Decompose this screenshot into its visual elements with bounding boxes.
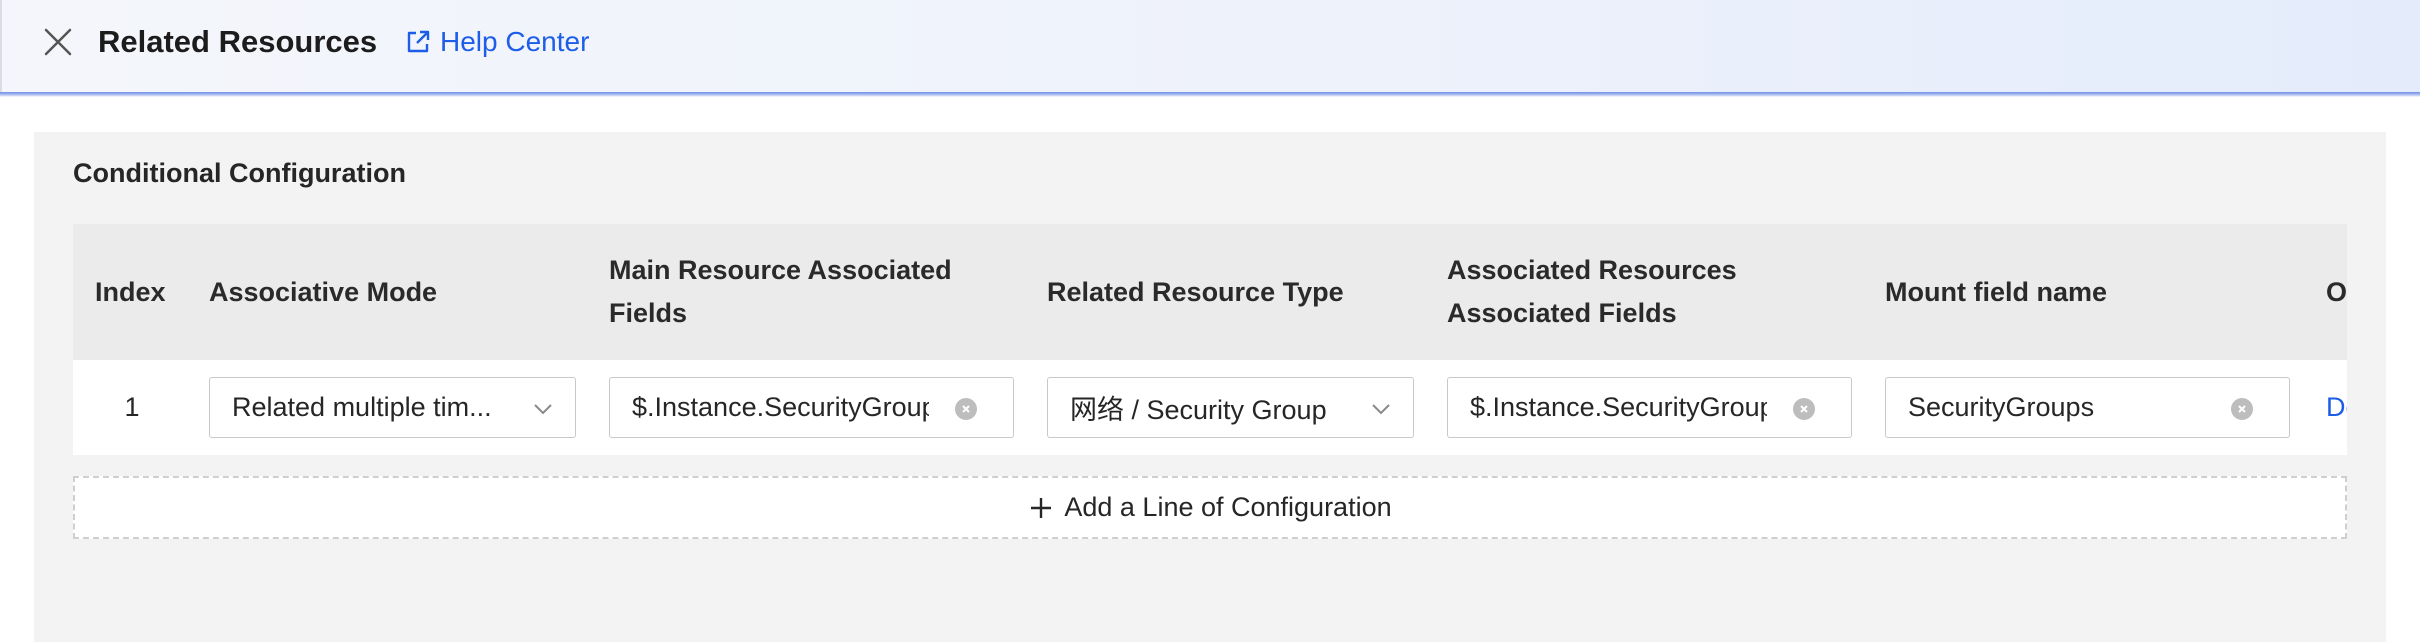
- clear-icon[interactable]: [2231, 398, 2253, 420]
- table-row: 1 Related multiple tim... $.Instance.Sec…: [73, 360, 2347, 455]
- column-header-associative-mode: Associative Mode: [209, 276, 438, 307]
- drawer-header: Related Resources Help Center: [0, 0, 2420, 92]
- external-link-icon: [407, 30, 430, 53]
- close-button[interactable]: [40, 24, 76, 60]
- associative-mode-value: Related multiple tim...: [232, 392, 492, 422]
- main-resource-fields-input[interactable]: $.Instance.SecurityGroupIds: [609, 377, 1014, 438]
- help-center-link[interactable]: Help Center: [404, 22, 589, 62]
- column-header-index: Index: [95, 276, 166, 307]
- add-line-label: Add a Line of Configuration: [1064, 492, 1392, 522]
- clear-icon[interactable]: [955, 398, 977, 420]
- table-header: Index Associative Mode Main Resource Ass…: [73, 224, 2347, 360]
- column-header-associated-fields-line2: Associated Fields: [1447, 298, 1677, 328]
- column-header-main-resource-fields: Main Resource Associated Fields: [609, 224, 989, 360]
- add-line-button[interactable]: Add a Line of Configuration: [73, 476, 2347, 539]
- column-header-related-resource-type: Related Resource Type: [1047, 276, 1344, 307]
- column-header-operation: Operation: [2326, 276, 2347, 307]
- associative-mode-select[interactable]: Related multiple tim...: [209, 377, 576, 438]
- column-header-mount-field-name: Mount field name: [1885, 276, 2107, 307]
- related-resource-type-select[interactable]: 网络 / Security Group: [1047, 377, 1414, 438]
- header-divider: [0, 92, 2420, 97]
- column-header-main-resource-fields-line1: Main Resource Associated: [609, 255, 952, 285]
- main-resource-fields-value: $.Instance.SecurityGroupIds: [632, 392, 929, 422]
- related-resources-drawer: Related Resources Help Center Conditiona…: [0, 0, 2420, 642]
- column-header-associated-fields: Associated Resources Associated Fields: [1447, 224, 1827, 360]
- column-header-associated-fields-line1: Associated Resources: [1447, 255, 1737, 285]
- delete-row-link[interactable]: Delete: [2326, 360, 2347, 455]
- panel-title: Conditional Configuration: [73, 158, 406, 188]
- mount-field-name-input[interactable]: SecurityGroups: [1885, 377, 2290, 438]
- chevron-down-icon: [1372, 404, 1390, 415]
- conditional-configuration-panel: Conditional Configuration Index Associat…: [34, 132, 2386, 642]
- row-index: 1: [124, 392, 140, 422]
- mount-field-name-value: SecurityGroups: [1908, 392, 2095, 422]
- column-header-main-resource-fields-line2: Fields: [609, 298, 688, 328]
- clear-icon[interactable]: [1793, 398, 1815, 420]
- related-resource-type-value: 网络 / Security Group: [1070, 395, 1327, 425]
- help-center-label: Help Center: [440, 26, 590, 57]
- page-title: Related Resources: [98, 24, 378, 59]
- close-icon: [44, 28, 72, 56]
- plus-icon: [1031, 497, 1052, 518]
- associated-fields-value: $.Instance.SecurityGroupIds: [1470, 392, 1767, 422]
- associated-fields-input[interactable]: $.Instance.SecurityGroupIds: [1447, 377, 1852, 438]
- chevron-down-icon: [534, 404, 552, 415]
